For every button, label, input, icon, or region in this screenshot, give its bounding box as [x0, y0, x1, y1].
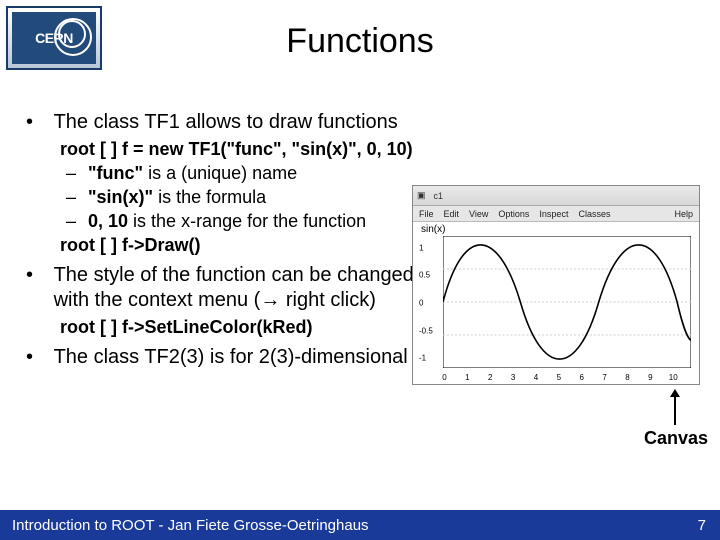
window-icon: ▣	[417, 190, 426, 201]
axes	[443, 236, 691, 368]
menu-view[interactable]: View	[469, 209, 488, 219]
plot-area: sin(x) 1 0.5 0 -0.5 -1 0 1 2 3 4 5 6 7 8…	[413, 222, 699, 384]
xtick: 0	[442, 373, 446, 382]
sub-item: "func" is a (unique) name	[60, 162, 704, 185]
code-line: root [ ] f = new TF1("func", "sin(x)", 0…	[60, 138, 704, 161]
menu-edit[interactable]: Edit	[444, 209, 460, 219]
xtick: 3	[511, 373, 515, 382]
menu-options[interactable]: Options	[498, 209, 529, 219]
xtick: 9	[648, 373, 652, 382]
window-menubar: File Edit View Options Inspect Classes H…	[413, 206, 699, 222]
footer-text: Introduction to ROOT - Jan Fiete Grosse-…	[12, 517, 369, 534]
ytick: 0	[419, 299, 423, 308]
page-title: Functions	[0, 22, 720, 61]
root-canvas-window: ▣ c1 File Edit View Options Inspect Clas…	[412, 185, 700, 385]
window-title: c1	[434, 191, 444, 201]
page-number: 7	[698, 517, 706, 534]
xtick: 4	[534, 373, 538, 382]
ytick: 1	[419, 243, 423, 252]
xtick: 7	[602, 373, 606, 382]
xtick: 5	[557, 373, 561, 382]
xtick: 8	[625, 373, 629, 382]
menu-help[interactable]: Help	[674, 209, 693, 219]
menu-file[interactable]: File	[419, 209, 434, 219]
xtick: 2	[488, 373, 492, 382]
menu-classes[interactable]: Classes	[578, 209, 610, 219]
ytick: 0.5	[419, 271, 430, 280]
xtick: 1	[465, 373, 469, 382]
ytick: -1	[419, 354, 426, 363]
ytick: -0.5	[419, 326, 433, 335]
sine-curve-icon	[443, 236, 691, 368]
plot-title: sin(x)	[421, 224, 445, 235]
window-titlebar: ▣ c1	[413, 186, 699, 206]
menu-inspect[interactable]: Inspect	[539, 209, 568, 219]
canvas-annotation: Canvas	[644, 428, 708, 449]
arrow-up-icon	[674, 395, 676, 425]
bullet-text: The class TF1 allows to draw functions	[54, 110, 674, 136]
xtick: 6	[580, 373, 584, 382]
xtick: 10	[669, 373, 678, 382]
slide-footer: Introduction to ROOT - Jan Fiete Grosse-…	[0, 510, 720, 540]
